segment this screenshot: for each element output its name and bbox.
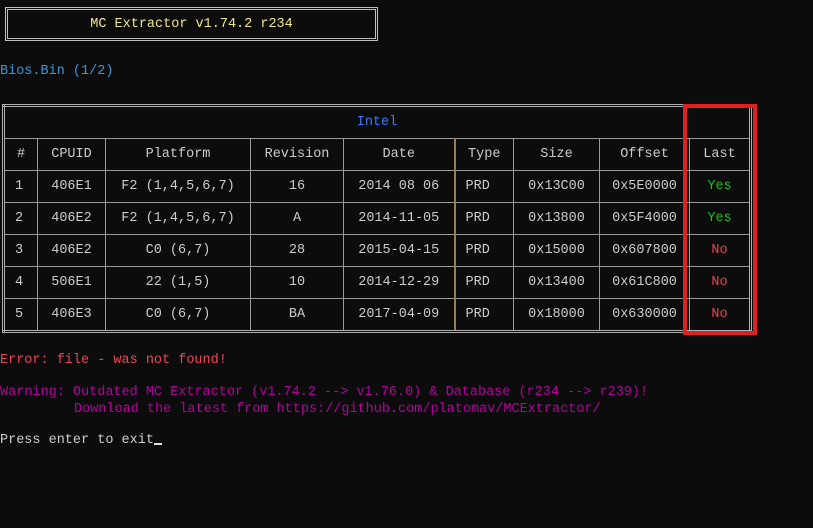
col-header: Date <box>343 138 455 171</box>
table-cell: 406E3 <box>37 298 106 332</box>
table-cell: 2017-04-09 <box>343 298 455 332</box>
table-cell: 0x15000 <box>513 234 600 267</box>
table-group-title: Intel <box>3 105 751 139</box>
app-title: MC Extractor v1.74.2 r234 <box>90 16 293 32</box>
table-cell: PRD <box>453 234 514 267</box>
table-row: 4 506E1 22 (1,5) 10 2014-12-29 PRD 0x13400 0x61… <box>3 266 751 299</box>
col-header: Revision <box>250 138 344 171</box>
highlight-box <box>683 104 757 335</box>
app-title-box: MC Extractor v1.74.2 r234 <box>5 7 378 41</box>
table-cell: 2 <box>3 202 38 235</box>
table-cell: 0x607800 <box>599 234 690 267</box>
table-cell: C0 (6,7) <box>105 234 251 267</box>
table-cell: 1 <box>3 170 38 203</box>
table-cell: 0x5E0000 <box>599 170 690 203</box>
table-cell: 3 <box>3 234 38 267</box>
table-cell: PRD <box>453 298 514 332</box>
warning-download-link: Download the latest from https://github.… <box>74 402 601 417</box>
table-cell: 28 <box>250 234 344 267</box>
microcode-table: Intel # CPUID Platform Revision Date Typ… <box>2 104 752 333</box>
table-cell: 4 <box>3 266 38 299</box>
table-cell: 506E1 <box>37 266 106 299</box>
table-header-row: # CPUID Platform Revision Date Type Size… <box>3 138 751 171</box>
table-cell: PRD <box>453 170 514 203</box>
prompt-text: Press enter to exit <box>0 433 154 448</box>
table-cell: 10 <box>250 266 344 299</box>
table-row: 5 406E3 C0 (6,7) BA 2017-04-09 PRD 0x18000 0x63… <box>3 298 751 332</box>
table-cell: 2014-11-05 <box>343 202 455 235</box>
table-cell: PRD <box>453 266 514 299</box>
table-cell: 22 (1,5) <box>105 266 251 299</box>
table-cell: A <box>250 202 344 235</box>
table-cell: 0x13C00 <box>513 170 600 203</box>
warning-message: Warning: Outdated MC Extractor (v1.74.2 … <box>0 385 649 400</box>
col-header: Platform <box>105 138 251 171</box>
table-cell: 406E2 <box>37 234 106 267</box>
table-cell: BA <box>250 298 344 332</box>
table-cell: 2014 08 06 <box>343 170 455 203</box>
table-cell: 406E1 <box>37 170 106 203</box>
col-header: Size <box>513 138 600 171</box>
table-row: 1 406E1 F2 (1,4,5,6,7) 16 2014 08 06 PRD 0x13C… <box>3 170 751 203</box>
table-cell: 0x630000 <box>599 298 690 332</box>
table-cell: 0x5F4000 <box>599 202 690 235</box>
table-cell: C0 (6,7) <box>105 298 251 332</box>
table-row: 2 406E2 F2 (1,4,5,6,7) A 2014-11-05 PRD 0x1380… <box>3 202 751 235</box>
table-cell: F2 (1,4,5,6,7) <box>105 170 251 203</box>
col-header: CPUID <box>37 138 106 171</box>
exit-prompt[interactable]: Press enter to exit <box>0 433 162 448</box>
table-cell: F2 (1,4,5,6,7) <box>105 202 251 235</box>
table-cell: 0x18000 <box>513 298 600 332</box>
col-header: # <box>3 138 38 171</box>
table-cell: 2014-12-29 <box>343 266 455 299</box>
table-row: 3 406E2 C0 (6,7) 28 2015-04-15 PRD 0x15000 0x60… <box>3 234 751 267</box>
table-cell: 406E2 <box>37 202 106 235</box>
table-cell: PRD <box>453 202 514 235</box>
table-cell: 16 <box>250 170 344 203</box>
table-cell: 2015-04-15 <box>343 234 455 267</box>
col-header: Offset <box>599 138 690 171</box>
file-label: Bios.Bin (1/2) <box>0 64 114 79</box>
col-header: Type <box>453 138 514 171</box>
table-cell: 5 <box>3 298 38 332</box>
text-cursor <box>153 443 162 445</box>
table-cell: 0x61C800 <box>599 266 690 299</box>
table-cell: 0x13800 <box>513 202 600 235</box>
error-message: Error: file - was not found! <box>0 353 227 368</box>
table-cell: 0x13400 <box>513 266 600 299</box>
